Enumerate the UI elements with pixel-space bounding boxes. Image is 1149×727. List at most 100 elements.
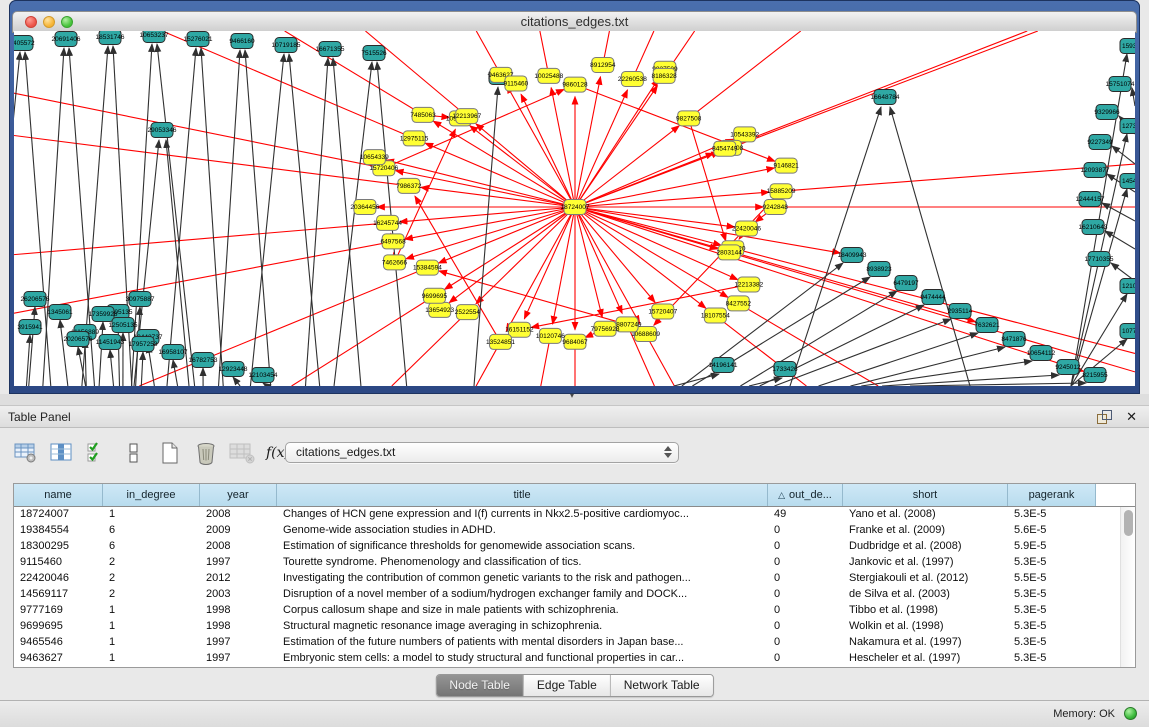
graph-node[interactable]: 9860128	[562, 77, 588, 92]
graph-node[interactable]: 12093877	[1081, 163, 1110, 178]
graph-node[interactable]: 12734	[1120, 119, 1135, 134]
graph-node[interactable]: 29053346	[148, 123, 177, 138]
graph-node[interactable]: 18409943	[838, 248, 867, 263]
graph-node[interactable]: 12505135	[109, 318, 138, 333]
graph-node[interactable]: 13654923	[425, 302, 454, 317]
graph-node[interactable]: 16245744	[373, 215, 402, 230]
graph-node[interactable]: 10654112	[1027, 346, 1056, 361]
graph-node[interactable]: 12213382	[734, 277, 763, 292]
graph-node[interactable]: 9329966	[1094, 105, 1120, 120]
close-panel-icon[interactable]: ✕	[1126, 409, 1137, 425]
graph-node[interactable]: 2405572	[14, 36, 35, 51]
network-canvas[interactable]: 2405572 20691406 18531746 10653237 15276021 9…	[14, 31, 1135, 386]
graph-node[interactable]: 1345061	[47, 305, 73, 320]
graph-node[interactable]: 10025488	[534, 68, 563, 83]
graph-node[interactable]: 18531746	[96, 31, 125, 45]
column-header[interactable]: △out_de...	[768, 484, 843, 506]
graph-node[interactable]: 6479197	[893, 276, 919, 291]
table-row[interactable]: 1456911722003Disruption of a novel membe…	[14, 587, 1120, 603]
table-selector-dropdown[interactable]: citations_edges.txt	[285, 442, 679, 463]
graph-node[interactable]: 15885209	[767, 184, 796, 199]
table-scrollbar[interactable]	[1120, 507, 1135, 667]
show-columns-icon[interactable]	[48, 440, 76, 466]
graph-node[interactable]: 2935114	[948, 304, 973, 319]
graph-node[interactable]: 10120746	[536, 328, 565, 343]
graph-node[interactable]: 9115460	[503, 76, 528, 91]
graph-node[interactable]: 6497568	[380, 234, 406, 249]
table-row[interactable]: 946554611997Estimation of the future num…	[14, 635, 1120, 651]
graph-node[interactable]: 9245012	[1055, 360, 1081, 375]
graph-node[interactable]: 9242848	[763, 200, 789, 215]
table-row[interactable]: 1872400712008Changes of HCN gene express…	[14, 507, 1120, 523]
graph-node[interactable]: 12103454	[249, 368, 278, 383]
panel-splitter[interactable]: ▾	[0, 394, 1149, 405]
graph-node[interactable]: 7986372	[396, 178, 422, 193]
column-header[interactable]: name	[14, 484, 103, 506]
table-mode-icon[interactable]	[12, 440, 40, 466]
tab-network-table[interactable]: Network Table	[610, 675, 713, 696]
table-row[interactable]: 2242004622012Investigating the contribut…	[14, 571, 1120, 587]
table-row[interactable]: 969969511998Structural magnetic resonanc…	[14, 619, 1120, 635]
graph-node[interactable]: 2803144	[717, 245, 743, 260]
graph-node[interactable]: 8454749	[712, 141, 738, 156]
column-header[interactable]: title	[277, 484, 768, 506]
graph-node[interactable]: 17710355	[1085, 252, 1114, 267]
scrollbar-thumb[interactable]	[1124, 510, 1133, 536]
graph-node[interactable]: 8215955	[1082, 368, 1108, 383]
graph-node[interactable]: 10653237	[140, 31, 169, 43]
graph-node[interactable]: 20691406	[52, 32, 81, 47]
graph-node[interactable]: 22420046	[732, 221, 761, 236]
row-height-icon[interactable]	[120, 440, 148, 466]
graph-node[interactable]: 9474444	[920, 290, 946, 305]
graph-node[interactable]: 14543	[1120, 174, 1135, 189]
graph-node[interactable]: 8427552	[726, 296, 752, 311]
window-titlebar[interactable]: citations_edges.txt	[12, 11, 1137, 33]
graph-node[interactable]: 9827508	[676, 111, 702, 126]
graph-node[interactable]: 30975887	[126, 292, 155, 307]
graph-node[interactable]: 18107554	[701, 308, 730, 323]
graph-node[interactable]: 12103	[1120, 279, 1135, 294]
graph-node[interactable]: 11451943	[96, 335, 125, 350]
graph-node[interactable]: 15720407	[648, 304, 677, 319]
graph-node[interactable]: 8471876	[1001, 332, 1027, 347]
graph-node[interactable]: 20364456	[350, 200, 379, 215]
graph-node[interactable]: 16671355	[316, 42, 345, 57]
graph-node[interactable]: 3915941	[17, 320, 43, 335]
graph-node[interactable]: 10775	[1120, 324, 1135, 339]
graph-node[interactable]: 16958107	[159, 345, 188, 360]
graph-node[interactable]: 12444157	[1076, 192, 1105, 207]
graph-node[interactable]: 9699695	[422, 288, 448, 303]
column-header[interactable]: pagerank	[1008, 484, 1096, 506]
graph-node[interactable]: 14196141	[709, 358, 738, 373]
graph-hub-node[interactable]: 18724007	[561, 200, 590, 215]
graph-node[interactable]: 7485063	[410, 107, 436, 122]
graph-node[interactable]: 15751074	[1106, 77, 1135, 92]
table-row[interactable]: 1938455462009Genome-wide association stu…	[14, 523, 1120, 539]
tab-edge-table[interactable]: Edge Table	[523, 675, 610, 696]
graph-node[interactable]: 20206576	[64, 332, 93, 347]
graph-node[interactable]: 15938	[1120, 39, 1135, 54]
graph-node[interactable]: 13524851	[486, 334, 515, 349]
table-row[interactable]: 1830029562008Estimation of significance …	[14, 539, 1120, 555]
graph-node[interactable]: 8912954	[590, 58, 616, 73]
select-rows-icon[interactable]	[84, 440, 112, 466]
graph-node[interactable]: 16210643	[1079, 220, 1108, 235]
graph-node[interactable]: 16648784	[871, 90, 900, 105]
graph-node[interactable]: 7462666	[382, 255, 408, 270]
graph-node[interactable]: 9684067	[562, 334, 588, 349]
table-row[interactable]: 911546021997Tourette syndrome. Phenomeno…	[14, 555, 1120, 571]
graph-node[interactable]: 2522554	[455, 305, 481, 320]
graph-node[interactable]: 15384594	[413, 260, 442, 275]
graph-node[interactable]: 9466160	[229, 34, 255, 49]
column-header[interactable]: in_degree	[103, 484, 200, 506]
table-row[interactable]: 946362711997Embryonic stem cells: a mode…	[14, 651, 1120, 667]
graph-node[interactable]: 1733426	[772, 362, 798, 377]
graph-node[interactable]: 15276021	[184, 32, 213, 47]
new-file-icon[interactable]	[156, 440, 184, 466]
graph-node[interactable]: 10654339	[360, 150, 389, 165]
graph-node[interactable]: 8186328	[651, 68, 677, 83]
column-header[interactable]: year	[200, 484, 277, 506]
graph-node[interactable]: 9227349	[1087, 135, 1113, 150]
graph-node[interactable]: 17957253	[129, 337, 158, 352]
graph-node[interactable]: 7632621	[974, 318, 1000, 333]
